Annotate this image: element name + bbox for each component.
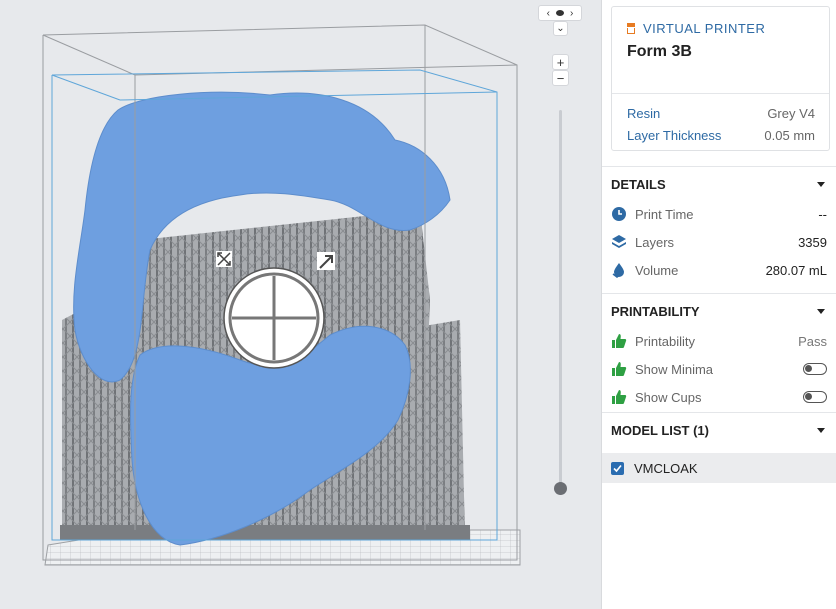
thumbs-up-icon	[612, 362, 627, 376]
zoom-in-button[interactable]: +	[552, 54, 569, 70]
view-cube-control[interactable]: ‹ ›	[538, 5, 582, 21]
show-minima-toggle[interactable]	[803, 363, 827, 375]
thumbs-up-icon	[612, 334, 627, 348]
detail-row-layers: Layers 3359	[602, 228, 836, 256]
scale-handle-icon	[216, 251, 232, 267]
caret-down-icon[interactable]	[817, 309, 825, 314]
rotate-right-icon[interactable]: ›	[570, 8, 573, 19]
zoom-out-button[interactable]: −	[552, 70, 569, 86]
printability-section-header[interactable]: PRINTABILITY	[602, 293, 836, 329]
caret-down-icon[interactable]	[817, 182, 825, 187]
rotate-left-icon[interactable]: ‹	[547, 8, 550, 19]
zoom-slider-track[interactable]	[559, 110, 562, 488]
spec-resin[interactable]: Resin Grey V4	[627, 106, 815, 121]
model-list-item[interactable]: VMCLOAK	[602, 453, 836, 483]
chevron-down-icon: ⌄	[556, 23, 565, 34]
card-divider	[612, 93, 829, 94]
thumbs-up-icon	[612, 390, 627, 404]
volume-icon	[612, 263, 624, 278]
model-name: VMCLOAK	[634, 460, 698, 476]
show-cups-toggle[interactable]	[803, 391, 827, 403]
minus-icon: −	[556, 70, 565, 86]
zoom-slider-thumb[interactable]	[554, 482, 567, 495]
detail-row-print-time: Print Time --	[602, 200, 836, 228]
virtual-printer-header: VIRTUAL PRINTER	[643, 21, 766, 36]
printer-icon	[627, 23, 635, 34]
printability-row-status: Printability Pass	[602, 327, 836, 355]
virtual-printer-card[interactable]: VIRTUAL PRINTER Form 3B Resin Grey V4 La…	[611, 6, 830, 151]
properties-panel: VIRTUAL PRINTER Form 3B Resin Grey V4 La…	[601, 0, 836, 609]
plus-icon: +	[556, 54, 565, 70]
eye-icon[interactable]	[556, 10, 564, 16]
model-list-section-header[interactable]: MODEL LIST (1)	[602, 412, 836, 448]
printer-name: Form 3B	[627, 43, 692, 60]
clock-icon	[612, 207, 626, 221]
caret-down-icon[interactable]	[817, 428, 825, 433]
spec-layer-thickness[interactable]: Layer Thickness 0.05 mm	[627, 128, 815, 143]
move-handle-icon	[317, 252, 335, 270]
printability-row-show-minima: Show Minima	[602, 355, 836, 383]
details-section-header[interactable]: DETAILS	[602, 166, 836, 202]
build-volume-scene[interactable]	[0, 0, 601, 609]
printability-row-show-cups: Show Cups	[602, 383, 836, 411]
layers-icon	[612, 235, 626, 248]
detail-row-volume: Volume 280.07 mL	[602, 256, 836, 284]
rotate-down-button[interactable]: ⌄	[553, 21, 568, 36]
checkbox-checked-icon[interactable]	[611, 461, 624, 475]
3d-viewport[interactable]: ‹ › ⌄ + −	[0, 0, 601, 609]
rotate-gizmo	[223, 267, 325, 369]
